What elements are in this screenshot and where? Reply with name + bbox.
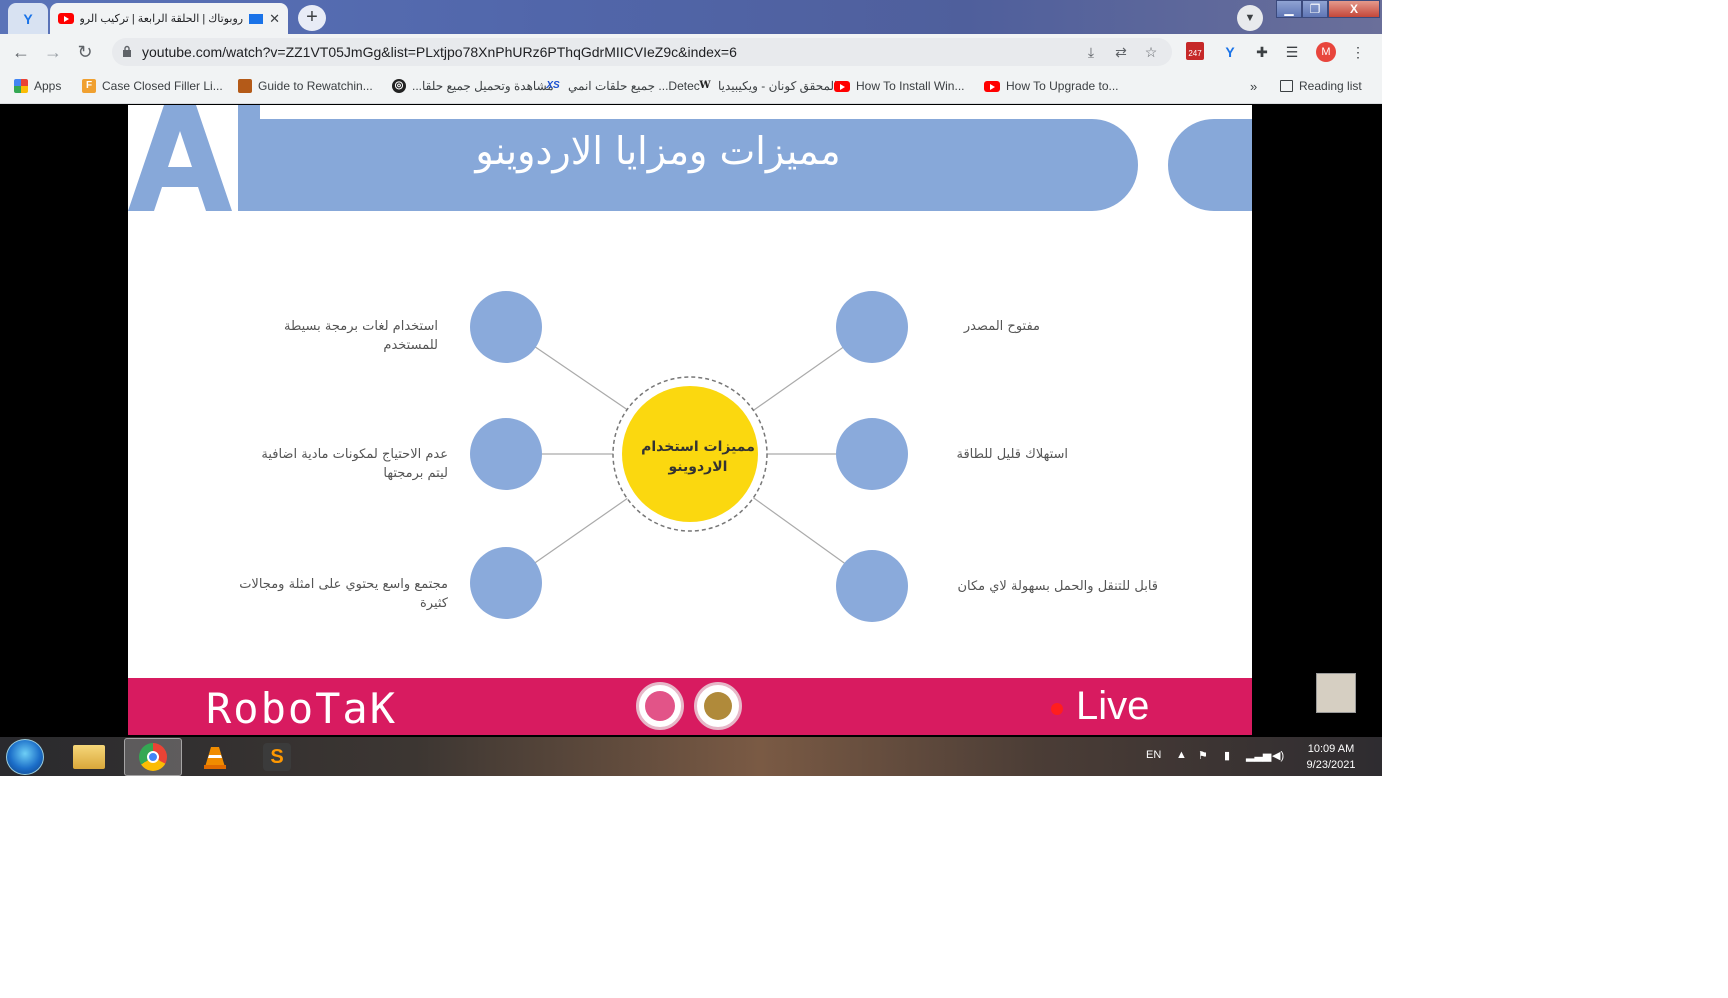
robotak-logo: RoboTaK <box>206 684 398 733</box>
wikipedia-icon: W <box>699 80 711 91</box>
feature-right-1: مفتوح المصدر <box>963 319 1040 334</box>
bookmark-watch-download[interactable]: ◎ مشاهدة وتحميل جميع حلقا... <box>392 79 554 93</box>
video-player[interactable]: مميزات ومزايا الاردوينو مميزات استخدام ا… <box>0 105 1382 735</box>
feature-left-3: مجتمع واسع يحتوي على امثلة ومجالات كثيرة <box>239 577 448 611</box>
university-seal-icon <box>636 682 684 730</box>
bookmark-case-closed[interactable]: F Case Closed Filler Li... <box>82 79 223 93</box>
tab-title: روبوتاك | الحلقة الرابعة | تركيب الرو <box>80 13 244 25</box>
casting-icon <box>249 13 264 24</box>
feature-left-2: عدم الاحتياج لمكونات مادية اضافية ليتم ب… <box>261 447 448 481</box>
minimize-button[interactable]: ▁ <box>1276 0 1302 18</box>
feature-right-2: استهلاك قليل للطاقة <box>956 447 1068 462</box>
live-indicator-icon <box>1051 703 1063 715</box>
language-indicator[interactable]: EN <box>1146 749 1161 761</box>
tab-youtube-video[interactable]: روبوتاك | الحلقة الرابعة | تركيب الرو ✕ <box>50 3 288 34</box>
vlc-icon <box>204 747 226 769</box>
menu-kebab-icon[interactable]: ⋮ <box>1348 42 1368 62</box>
new-tab-button[interactable]: + <box>298 5 326 31</box>
chrome-icon <box>139 743 167 771</box>
globe-icon: ◎ <box>392 79 406 93</box>
feature-node <box>836 418 908 490</box>
egypt-emblem-icon <box>694 682 742 730</box>
bookmark-site-icon <box>238 79 252 93</box>
media-control-icon[interactable]: ☰ <box>1282 42 1302 62</box>
feature-node <box>470 547 542 619</box>
xs-icon: XS <box>546 80 560 91</box>
feature-node <box>836 291 908 363</box>
feature-node <box>470 418 542 490</box>
channel-watermark-icon[interactable] <box>1316 673 1356 713</box>
bookmark-star-icon[interactable]: ☆ <box>1142 43 1160 61</box>
extensions-puzzle-icon[interactable]: ✚ <box>1252 42 1272 62</box>
desktop-screen: Y روبوتاك | الحلقة الرابعة | تركيب الرو … <box>0 0 1382 776</box>
translate-icon[interactable]: ⇄ <box>1112 43 1130 61</box>
bookmarks-overflow-button[interactable]: » <box>1250 79 1257 94</box>
bookmark-wikipedia[interactable]: W المحقق كونان - ويكيبيديا <box>698 79 837 93</box>
lock-icon <box>123 45 131 57</box>
bookmark-detective-anime[interactable]: XS جميع حلقات انمي ...Detec <box>544 79 699 93</box>
feature-node <box>836 550 908 622</box>
show-hidden-icons-icon[interactable]: ▲ <box>1176 749 1187 761</box>
bookmarks-bar: Apps F Case Closed Filler Li... Guide to… <box>0 70 1382 104</box>
browser-titlebar: Y روبوتاك | الحلقة الرابعة | تركيب الرو … <box>0 0 1382 34</box>
browser-toolbar: ← → ↻ youtube.com/watch?v=ZZ1VT05JmGg&li… <box>0 34 1382 70</box>
bookmark-upgrade[interactable]: How To Upgrade to... <box>984 79 1119 93</box>
action-center-flag-icon[interactable]: ⚑ <box>1198 749 1208 762</box>
reading-list-button[interactable]: Reading list <box>1280 79 1362 93</box>
taskbar-chrome[interactable] <box>124 738 182 776</box>
live-label: Live <box>1076 684 1150 728</box>
clock-time: 10:09 AM <box>1307 743 1355 755</box>
apps-grid-icon <box>14 79 28 93</box>
presentation-slide: مميزات ومزايا الاردوينو مميزات استخدام ا… <box>128 105 1252 735</box>
battery-icon[interactable]: ▮ <box>1224 749 1230 762</box>
feature-node <box>470 291 542 363</box>
taskbar-file-explorer[interactable] <box>60 738 118 776</box>
clock-date: 9/23/2021 <box>1306 759 1356 771</box>
f-icon: F <box>82 79 96 93</box>
close-window-button[interactable]: X <box>1328 0 1380 18</box>
back-button[interactable]: ← <box>8 39 34 65</box>
bookmark-install-windows[interactable]: How To Install Win... <box>834 79 964 93</box>
sublime-text-icon: S <box>263 743 291 771</box>
taskbar-sublime[interactable]: S <box>248 738 306 776</box>
url-text[interactable]: youtube.com/watch?v=ZZ1VT05JmGg&list=PLx… <box>142 44 737 60</box>
feature-left-1: استخدام لغات برمجة بسيطة للمستخدم <box>283 319 438 353</box>
volume-icon[interactable]: ◀) <box>1272 749 1284 762</box>
bookmark-guide-rewatching[interactable]: Guide to Rewatchin... <box>238 79 373 93</box>
vpn-extension-icon[interactable]: Y <box>1220 42 1240 62</box>
youtube-icon <box>984 80 1000 92</box>
feature-right-3: قابل للتنقل والحمل بسهولة لاي مكان <box>957 579 1158 594</box>
center-label: مميزات استخدام الاردوينو <box>641 439 755 475</box>
close-tab-icon[interactable]: ✕ <box>269 11 280 27</box>
stream-footer-bar: RoboTaK Live <box>128 678 1252 735</box>
maximize-button[interactable]: ❐ <box>1302 0 1328 18</box>
forward-button[interactable]: → <box>40 39 66 65</box>
youtube-icon <box>834 80 850 92</box>
profile-avatar[interactable]: M <box>1316 42 1336 62</box>
network-signal-icon[interactable]: ▂▃▅ <box>1246 749 1271 762</box>
reading-list-icon <box>1280 80 1293 92</box>
file-explorer-icon <box>73 745 105 769</box>
bookmark-apps[interactable]: Apps <box>14 79 61 93</box>
taskbar-vlc[interactable] <box>186 738 244 776</box>
youtube-icon <box>58 13 74 24</box>
tab-vpn-extension[interactable]: Y <box>8 3 48 34</box>
start-button[interactable] <box>6 739 44 775</box>
tab-search-button[interactable]: ▼ <box>1237 5 1263 31</box>
windows-taskbar: S EN ▲ ⚑ ▮ ▂▃▅ ◀) 10:09 AM 9/23/2021 <box>0 737 1382 776</box>
calendar-extension-icon[interactable]: 247 <box>1186 42 1206 62</box>
system-clock[interactable]: 10:09 AM 9/23/2021 <box>1294 741 1368 773</box>
reload-button[interactable]: ↻ <box>72 39 98 65</box>
vpn-icon: Y <box>23 10 33 27</box>
address-bar[interactable]: youtube.com/watch?v=ZZ1VT05JmGg&list=PLx… <box>112 38 1172 66</box>
install-app-icon[interactable]: ⤓ <box>1082 43 1100 61</box>
